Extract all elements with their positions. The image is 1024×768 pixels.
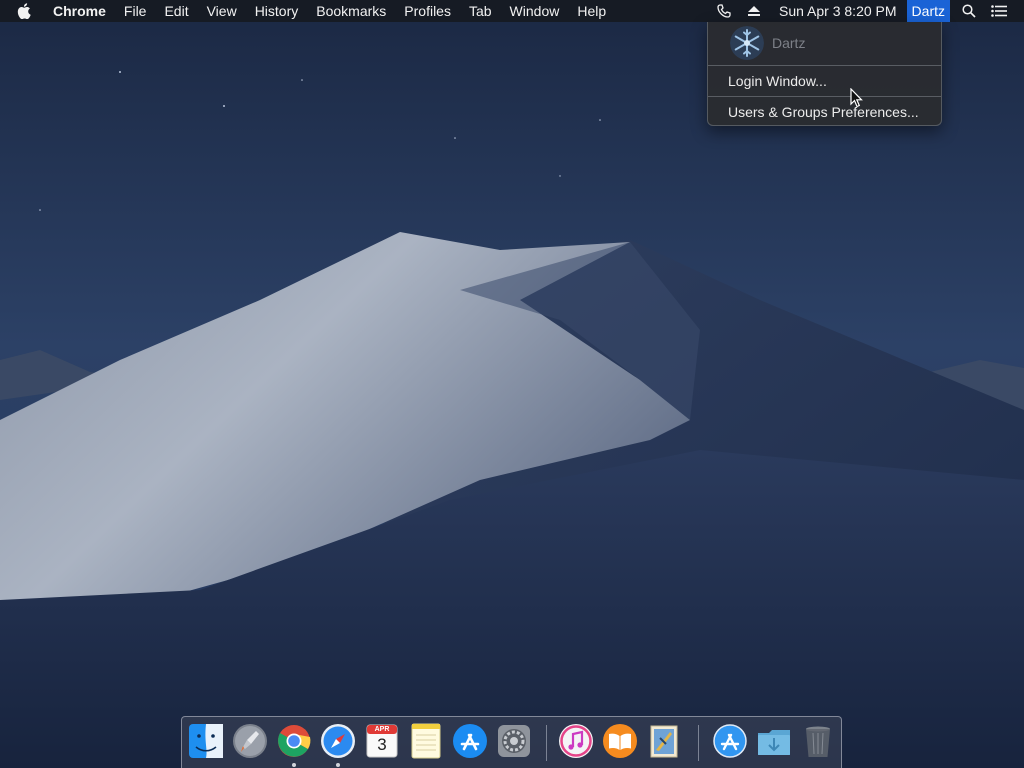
mail-icon[interactable] <box>646 722 682 760</box>
menu-history[interactable]: History <box>246 0 308 22</box>
mouse-pointer-icon <box>850 88 863 108</box>
dock: APR 3 <box>181 716 842 768</box>
finder-icon[interactable] <box>188 722 224 760</box>
ibooks-icon[interactable] <box>602 722 638 760</box>
menu-view[interactable]: View <box>198 0 246 22</box>
menu-file[interactable]: File <box>115 0 156 22</box>
calendar-month: APR <box>374 726 390 733</box>
menu-user-account[interactable]: Dartz <box>906 0 950 22</box>
calendar-icon[interactable]: APR 3 <box>364 722 400 760</box>
user-menu-name: Dartz <box>772 35 806 51</box>
menu-clock[interactable]: Sun Apr 3 8:20 PM <box>769 0 907 22</box>
menu-profiles[interactable]: Profiles <box>395 0 460 22</box>
running-indicator <box>336 763 340 767</box>
downloads-folder-icon[interactable] <box>756 722 792 760</box>
running-indicator <box>292 763 296 767</box>
safari-icon[interactable] <box>320 722 356 760</box>
menu-app-name[interactable]: Chrome <box>44 0 115 22</box>
snowflake-avatar-icon <box>730 26 764 60</box>
app-store-stack-icon[interactable] <box>712 722 748 760</box>
chrome-icon[interactable] <box>276 722 312 760</box>
trash-icon[interactable] <box>800 722 836 760</box>
dock-separator <box>698 725 699 761</box>
menu-help[interactable]: Help <box>568 0 615 22</box>
menu-bookmarks[interactable]: Bookmarks <box>307 0 395 22</box>
system-preferences-icon[interactable] <box>496 722 532 760</box>
notes-icon[interactable] <box>408 722 444 760</box>
menu-separator <box>708 96 941 97</box>
app-store-icon[interactable] <box>452 722 488 760</box>
apple-menu-icon[interactable] <box>0 0 44 22</box>
menu-separator <box>708 65 941 66</box>
phone-icon[interactable] <box>713 0 735 22</box>
menu-bar: Chrome File Edit View History Bookmarks … <box>0 0 1024 22</box>
desktop: Chrome File Edit View History Bookmarks … <box>0 0 1024 768</box>
menu-item-login-window[interactable]: Login Window... <box>708 67 941 95</box>
menu-item-users-groups-preferences[interactable]: Users & Groups Preferences... <box>708 98 941 126</box>
itunes-icon[interactable] <box>558 722 594 760</box>
dock-separator <box>546 725 547 761</box>
spotlight-search-icon[interactable] <box>958 0 980 22</box>
calendar-day: 3 <box>377 735 387 754</box>
user-menu-header: Dartz <box>708 22 941 64</box>
launchpad-icon[interactable] <box>232 722 268 760</box>
user-account-menu: Dartz Login Window... Users & Groups Pre… <box>707 22 942 126</box>
notification-center-icon[interactable] <box>988 0 1010 22</box>
menu-tab[interactable]: Tab <box>460 0 501 22</box>
eject-icon[interactable] <box>743 0 765 22</box>
menu-edit[interactable]: Edit <box>155 0 197 22</box>
menu-window[interactable]: Window <box>501 0 569 22</box>
